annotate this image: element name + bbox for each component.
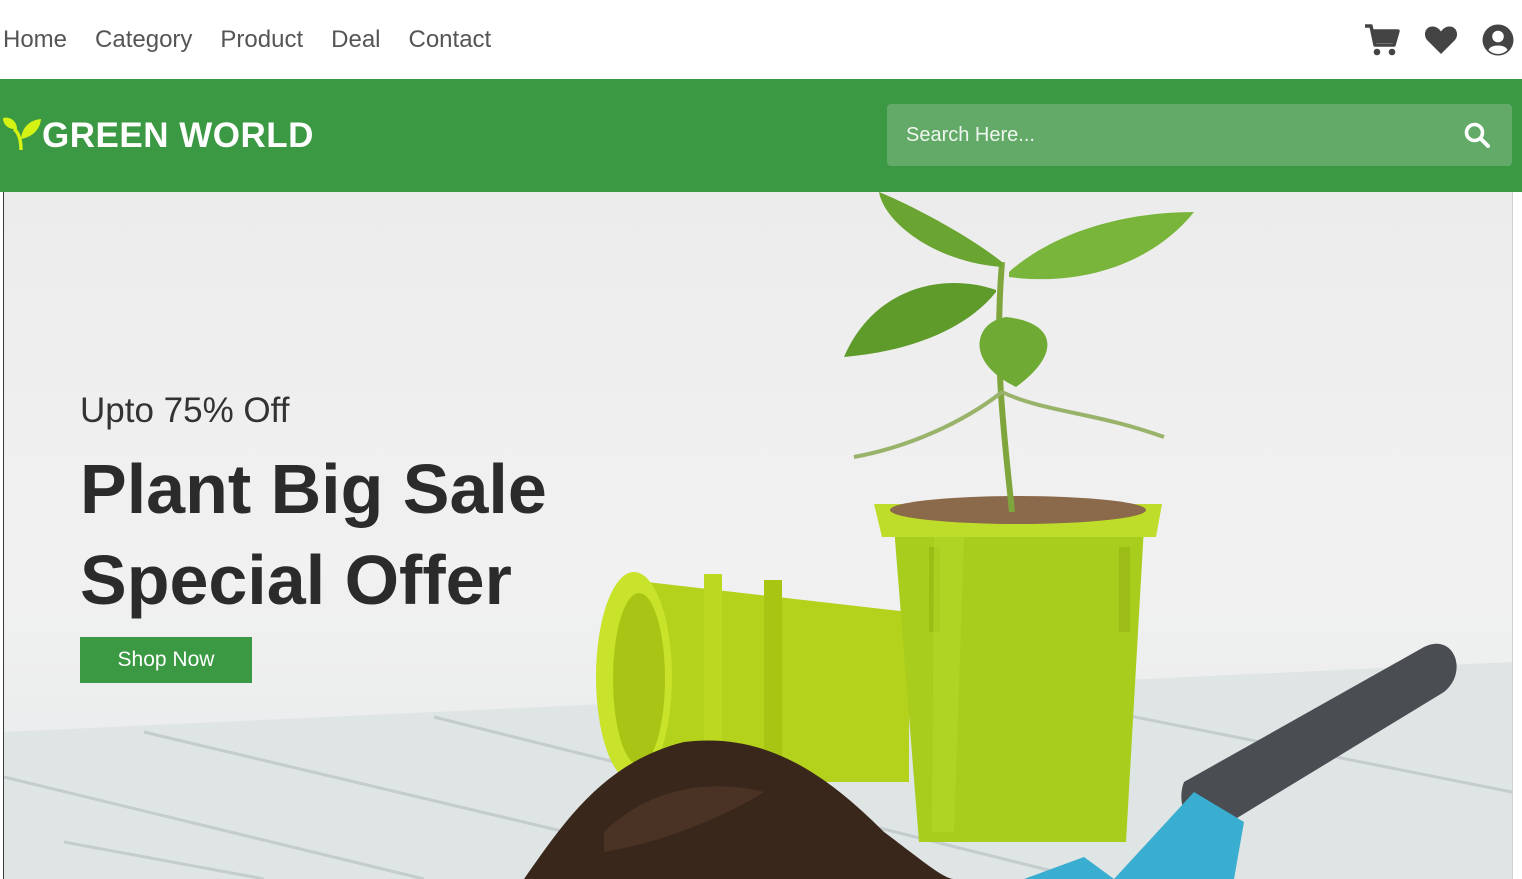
logo[interactable]: GREEN WORLD bbox=[2, 115, 314, 156]
hero-title: Plant Big Sale Special Offer bbox=[80, 444, 547, 626]
nav-link-category[interactable]: Category bbox=[95, 26, 192, 54]
hero-title-line-2: Special Offer bbox=[80, 541, 512, 619]
hero-banner: Upto 75% Off Plant Big Sale Special Offe… bbox=[3, 192, 1513, 879]
search-icon[interactable] bbox=[1464, 122, 1490, 153]
heart-icon[interactable] bbox=[1424, 25, 1458, 55]
nav-link-home[interactable]: Home bbox=[3, 26, 67, 54]
top-navigation: Home Category Product Deal Contact bbox=[0, 0, 1522, 79]
nav-link-product[interactable]: Product bbox=[220, 26, 303, 54]
shop-now-button[interactable]: Shop Now bbox=[80, 637, 252, 683]
nav-link-deal[interactable]: Deal bbox=[331, 26, 380, 54]
brand-bar: GREEN WORLD bbox=[0, 79, 1522, 192]
cart-icon[interactable] bbox=[1364, 23, 1400, 57]
brand-name: GREEN WORLD bbox=[42, 115, 314, 155]
nav-icons bbox=[1364, 23, 1514, 57]
nav-links: Home Category Product Deal Contact bbox=[3, 26, 491, 54]
user-icon[interactable] bbox=[1482, 24, 1514, 56]
search-input[interactable] bbox=[887, 104, 1427, 166]
sprout-icon bbox=[2, 115, 42, 156]
hero-subtitle: Upto 75% Off bbox=[80, 391, 290, 430]
nav-link-contact[interactable]: Contact bbox=[409, 26, 492, 54]
hero-title-line-1: Plant Big Sale bbox=[80, 450, 547, 528]
search-box bbox=[887, 104, 1512, 166]
